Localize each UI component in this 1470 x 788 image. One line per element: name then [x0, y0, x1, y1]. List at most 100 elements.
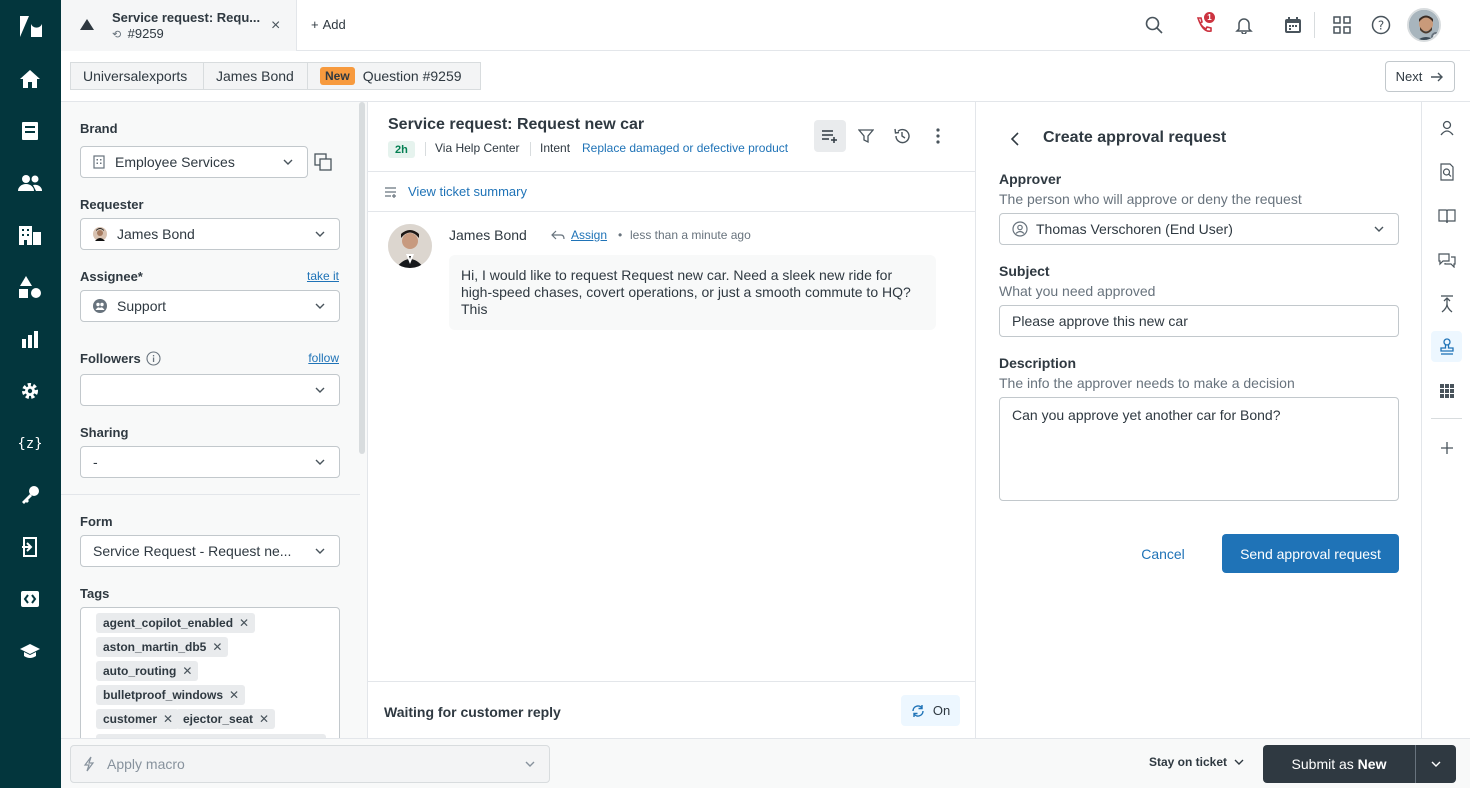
ticket-age-badge: 2h	[388, 141, 415, 158]
arrow-right-icon	[1431, 72, 1444, 81]
ticket-tab[interactable]: Service request: Requ... ⟲ #9259 ×	[61, 0, 297, 51]
tag-chip[interactable]: aston_martin_db5 ✕	[96, 637, 229, 657]
subject-value: Please approve this new car	[1012, 313, 1188, 329]
breadcrumb-requester[interactable]: James Bond	[203, 62, 308, 90]
tag-label: customer	[103, 712, 158, 726]
message-author[interactable]: James Bond	[449, 227, 527, 243]
bell-icon[interactable]	[1232, 13, 1256, 37]
admin-gear-icon[interactable]	[17, 378, 43, 404]
sync-icon	[912, 704, 924, 717]
book-icon[interactable]	[1431, 200, 1462, 231]
zendesk-logo-icon[interactable]	[17, 14, 43, 40]
sharing-select[interactable]: -	[80, 446, 340, 478]
subject-input[interactable]: Please approve this new car	[999, 305, 1399, 337]
reply-arrow-icon	[551, 229, 565, 241]
follow-link[interactable]: follow	[308, 351, 339, 365]
add-to-list-icon[interactable]	[814, 120, 846, 152]
apps-grid-icon[interactable]	[1330, 13, 1354, 37]
description-value: Can you approve yet another car for Bond…	[1012, 407, 1281, 423]
chevron-down-icon	[315, 303, 325, 309]
send-approval-request-button[interactable]: Send approval request	[1222, 534, 1399, 573]
next-ticket-button[interactable]: Next	[1385, 61, 1455, 92]
phone-icon[interactable]: 1	[1192, 12, 1216, 37]
merge-icon[interactable]	[1431, 288, 1462, 319]
tag-chip[interactable]: ejector_seat ✕	[176, 709, 276, 729]
view-ticket-summary-link[interactable]: View ticket summary	[408, 184, 527, 199]
knowledge-search-icon[interactable]	[1431, 156, 1462, 187]
more-options-icon[interactable]	[922, 120, 954, 152]
description-label: Description	[999, 355, 1077, 371]
tag-chip[interactable]: bulletproof_windows ✕	[96, 685, 246, 705]
assign-link[interactable]: Assign	[571, 228, 607, 242]
take-it-link[interactable]: take it	[307, 269, 339, 283]
presence-indicator	[1431, 32, 1439, 40]
back-chevron-icon[interactable]	[1005, 129, 1025, 149]
help-icon[interactable]: ?	[1369, 13, 1393, 37]
submit-prefix: Submit as	[1291, 756, 1354, 772]
tag-chip[interactable]: agent_copilot_enabled ✕	[96, 613, 256, 633]
approver-hint: The person who will approve or deny the …	[999, 191, 1302, 207]
followers-select[interactable]	[80, 374, 340, 406]
reporting-icon[interactable]	[17, 326, 43, 352]
embed-icon[interactable]	[17, 586, 43, 612]
tags-field[interactable]: agent_copilot_enabled ✕ aston_martin_db5 ✕…	[80, 607, 340, 738]
user-avatar[interactable]	[1407, 8, 1441, 42]
key-icon[interactable]	[17, 482, 43, 508]
remove-tag-icon[interactable]: ✕	[163, 712, 173, 726]
subject-label: Subject	[999, 263, 1050, 279]
waiting-toggle-button[interactable]: On	[901, 695, 960, 726]
copy-icon[interactable]	[314, 153, 332, 171]
add-tab-button[interactable]: + Add	[311, 17, 346, 32]
objects-icon[interactable]	[17, 274, 43, 300]
stay-on-ticket-dropdown[interactable]: Stay on ticket	[1149, 755, 1245, 769]
breadcrumb-org-label: Universalexports	[83, 68, 188, 84]
plus-icon[interactable]	[1431, 432, 1462, 463]
properties-scrollbar[interactable]	[359, 102, 365, 454]
chat-bubbles-icon[interactable]	[1431, 244, 1462, 275]
customers-icon[interactable]	[17, 170, 43, 196]
meta-divider	[530, 142, 531, 156]
cancel-button[interactable]: Cancel	[1127, 534, 1199, 573]
apps-icon[interactable]	[1431, 375, 1462, 406]
remove-tag-icon[interactable]: ✕	[212, 640, 222, 654]
remove-tag-icon[interactable]: ✕	[229, 688, 239, 702]
description-textarea[interactable]: Can you approve yet another car for Bond…	[999, 397, 1399, 501]
zendesk-code-icon[interactable]: {z}	[17, 430, 43, 456]
filter-icon[interactable]	[850, 120, 882, 152]
views-icon[interactable]	[17, 118, 43, 144]
tag-chip[interactable]: auto_routing ✕	[96, 661, 199, 681]
approver-select[interactable]: Thomas Verschoren (End User)	[999, 213, 1399, 245]
remove-tag-icon[interactable]: ✕	[239, 616, 249, 630]
user-icon[interactable]	[1431, 112, 1462, 143]
message-author-avatar[interactable]	[388, 224, 432, 268]
breadcrumb-ticket[interactable]: New Question #9259	[307, 62, 481, 90]
breadcrumb-organization[interactable]: Universalexports	[70, 62, 204, 90]
export-icon[interactable]	[17, 534, 43, 560]
tag-label: aston_martin_db5	[103, 640, 207, 654]
info-icon[interactable]	[146, 351, 161, 366]
chevron-down-icon	[1431, 761, 1441, 767]
ticket-properties-panel: Brand Employee Services Requester James …	[61, 102, 368, 738]
apply-macro-button[interactable]: Apply macro	[70, 745, 550, 783]
close-tab-button[interactable]: ×	[271, 17, 280, 35]
tag-chip[interactable]: customer ✕	[96, 709, 180, 729]
intent-value-link[interactable]: Replace damaged or defective product	[582, 141, 788, 155]
submit-options-button[interactable]	[1416, 745, 1456, 783]
home-icon[interactable]	[17, 66, 43, 92]
organizations-icon[interactable]	[17, 222, 43, 248]
history-icon[interactable]	[886, 120, 918, 152]
form-select[interactable]: Service Request - Request ne...	[80, 535, 340, 567]
calendar-icon[interactable]	[1281, 13, 1305, 37]
building-icon	[93, 155, 105, 169]
brand-select[interactable]: Employee Services	[80, 146, 308, 178]
chevron-down-icon	[525, 761, 535, 767]
learning-cap-icon[interactable]	[17, 638, 43, 664]
approval-stamp-icon[interactable]	[1431, 331, 1462, 362]
requester-select[interactable]: James Bond	[80, 218, 340, 250]
submit-button[interactable]: Submit as New	[1263, 745, 1415, 783]
search-icon[interactable]	[1142, 13, 1166, 37]
tab-ticket-ref: ⟲ #9259	[112, 26, 164, 41]
remove-tag-icon[interactable]: ✕	[259, 712, 269, 726]
remove-tag-icon[interactable]: ✕	[182, 664, 192, 678]
assignee-select[interactable]: Support	[80, 290, 340, 322]
